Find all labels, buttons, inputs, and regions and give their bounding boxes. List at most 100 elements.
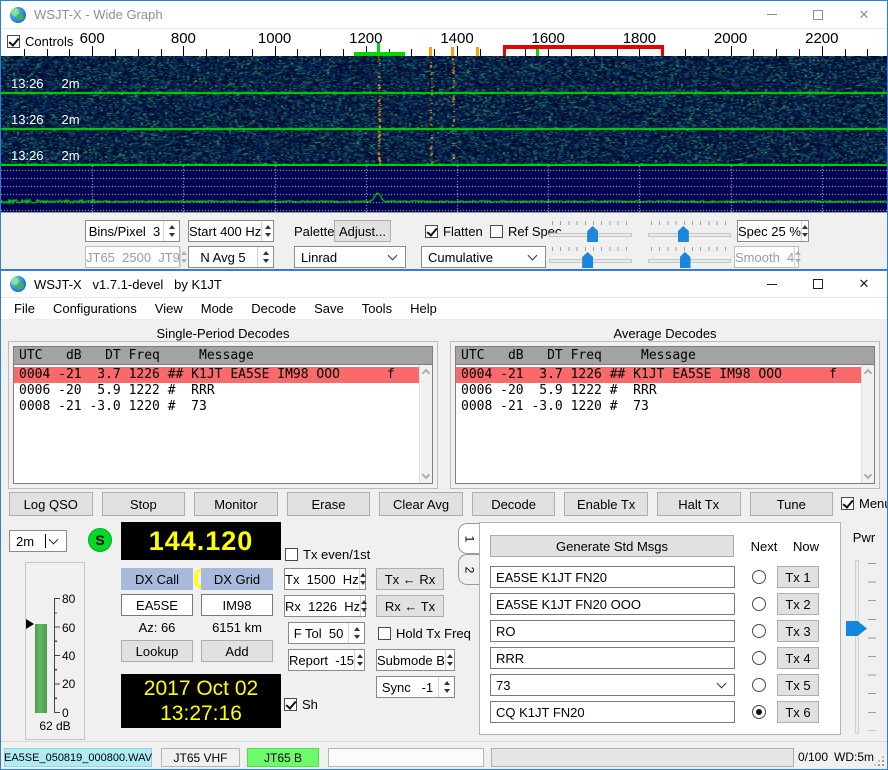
menu-help[interactable]: Help: [401, 298, 446, 319]
spin-arrows[interactable]: [360, 596, 367, 616]
tx2-button[interactable]: Tx 2: [777, 593, 819, 615]
spin-arrows[interactable]: [445, 650, 454, 670]
next-radio-tx1[interactable]: [752, 570, 766, 584]
tx-even-checkbox[interactable]: Tx even/1st: [285, 547, 370, 562]
close-button[interactable]: ✕: [841, 1, 887, 28]
tx4-message-field[interactable]: RRR: [490, 647, 735, 669]
spin-up-icon[interactable]: [447, 654, 453, 658]
adjust-button[interactable]: Adjust...: [334, 220, 391, 242]
sync-spinbox[interactable]: Sync -1: [376, 676, 455, 698]
tx-from-rx-button[interactable]: Tx ← Rx: [376, 568, 444, 590]
start-hz-spinbox[interactable]: Start 400 Hz: [188, 220, 274, 242]
spin-down-icon[interactable]: [360, 581, 366, 585]
waterfall-gain-slider[interactable]: [549, 220, 632, 242]
tx3-button[interactable]: Tx 3: [777, 620, 819, 642]
spec-percent-spinbox[interactable]: Spec 25 %: [737, 220, 809, 242]
spin-up-icon[interactable]: [354, 627, 360, 631]
erase-button[interactable]: Erase: [287, 492, 371, 516]
log-qso-button[interactable]: Log QSO: [9, 492, 93, 516]
enable-tx-button[interactable]: Enable Tx: [564, 492, 648, 516]
spin-up-icon[interactable]: [444, 681, 450, 685]
scroll-up-icon[interactable]: [864, 369, 872, 377]
menu-decode[interactable]: Decode: [242, 298, 305, 319]
slider-handle[interactable]: [678, 226, 689, 242]
tx2-message-field[interactable]: EA5SE K1JT FN20 OOO: [490, 593, 735, 615]
decode-row[interactable]: 0004 -21 3.7 1226 ## K1JT EA5SE IM98 OOO…: [14, 367, 432, 383]
minimize-button[interactable]: [749, 1, 795, 28]
scroll-down-icon[interactable]: [864, 471, 872, 479]
next-radio-tx6[interactable]: [752, 705, 766, 719]
tx6-message-field[interactable]: CQ K1JT FN20: [490, 701, 735, 723]
flatten-checkbox[interactable]: Flatten: [425, 224, 483, 239]
slider-groove[interactable]: [648, 233, 731, 237]
decode-button[interactable]: Decode: [472, 492, 556, 516]
spin-arrows[interactable]: [354, 650, 364, 670]
spin-arrows[interactable]: [348, 623, 364, 643]
spin-arrows[interactable]: [163, 221, 179, 241]
dx-call-field[interactable]: EA5SE: [121, 594, 193, 616]
spin-down-icon[interactable]: [444, 689, 450, 693]
main-titlebar[interactable]: WSJT-X v1.7.1-devel by K1JT ✕: [1, 271, 887, 298]
tab-1[interactable]: 1: [458, 523, 479, 554]
generate-std-msgs-button[interactable]: Generate Std Msgs: [490, 535, 734, 557]
tx5-message-combobox[interactable]: 73: [490, 674, 735, 696]
tx-freq-spinbox[interactable]: Tx 1500 Hz: [284, 568, 366, 590]
maximize-button[interactable]: [795, 1, 841, 28]
tx6-button[interactable]: Tx 6: [777, 701, 819, 723]
tx5-button[interactable]: Tx 5: [777, 674, 819, 696]
decode-row[interactable]: 0008 -21 -3.0 1220 # 73: [14, 399, 432, 415]
minimize-button[interactable]: [749, 271, 795, 297]
maximize-button[interactable]: [795, 271, 841, 297]
next-radio-tx4[interactable]: [752, 651, 766, 665]
spin-arrows[interactable]: [359, 569, 366, 589]
slider-handle[interactable]: [582, 252, 593, 268]
pwr-slider-handle[interactable]: [846, 621, 867, 636]
halt-tx-button[interactable]: Halt Tx: [657, 492, 741, 516]
spin-up-icon[interactable]: [802, 225, 808, 229]
rx-from-tx-button[interactable]: Rx ← Tx: [376, 595, 444, 617]
menu-mode[interactable]: Mode: [192, 298, 243, 319]
pwr-slider-track[interactable]: [855, 560, 859, 734]
dx-grid-field[interactable]: IM98: [201, 594, 273, 616]
menu-view[interactable]: View: [146, 298, 192, 319]
menu-save[interactable]: Save: [305, 298, 353, 319]
band-combobox[interactable]: 2m: [9, 530, 67, 552]
next-radio-tx5[interactable]: [752, 678, 766, 692]
slider-handle[interactable]: [587, 226, 598, 242]
frequency-ruler[interactable]: 6008001000120014001600180020002200: [1, 29, 887, 56]
close-button[interactable]: ✕: [841, 271, 887, 297]
spin-down-icon[interactable]: [263, 259, 269, 263]
menu-file[interactable]: File: [5, 298, 44, 319]
slider-handle[interactable]: [680, 252, 691, 268]
decode-row[interactable]: 0008 -21 -3.0 1220 # 73: [456, 399, 874, 415]
spin-up-icon[interactable]: [265, 225, 271, 229]
scrollbar[interactable]: [861, 365, 874, 483]
tune-button[interactable]: Tune: [750, 492, 834, 516]
average-decode-list[interactable]: 0004 -21 3.7 1226 ## K1JT EA5SE IM98 OOO…: [455, 364, 875, 484]
spectrum-zero-slider[interactable]: [648, 246, 731, 268]
spin-down-icon[interactable]: [354, 635, 360, 639]
scrollbar[interactable]: [419, 365, 432, 483]
spin-arrows[interactable]: [257, 247, 273, 267]
decode-row[interactable]: 0006 -20 5.9 1222 # RRR: [14, 383, 432, 399]
stop-button[interactable]: Stop: [102, 492, 186, 516]
n-avg-spinbox[interactable]: N Avg 5: [188, 246, 274, 268]
wide-graph-titlebar[interactable]: WSJT-X - Wide Graph ✕: [1, 1, 887, 29]
spin-arrows[interactable]: [438, 677, 454, 697]
spin-arrows[interactable]: [261, 221, 273, 241]
waterfall[interactable]: 13:26 2m 13:26 2m 13:26 2m: [1, 56, 887, 166]
rx-freq-spinbox[interactable]: Rx 1226 Hz: [284, 595, 366, 617]
spectrum-plot[interactable]: [1, 166, 887, 212]
menu-tools[interactable]: Tools: [353, 298, 401, 319]
menu-configurations[interactable]: Configurations: [44, 298, 146, 319]
frequency-scale[interactable]: Controls 6008001000120014001600180020002…: [1, 29, 887, 56]
spin-down-icon[interactable]: [361, 608, 367, 612]
monitor-button[interactable]: Monitor: [194, 492, 278, 516]
spin-down-icon[interactable]: [447, 662, 453, 666]
spin-up-icon[interactable]: [169, 225, 175, 229]
submode-spinbox[interactable]: Submode B: [376, 649, 455, 671]
spin-down-icon[interactable]: [265, 233, 271, 237]
spin-down-icon[interactable]: [802, 233, 808, 237]
waterfall-canvas[interactable]: [1, 56, 887, 166]
spin-down-icon[interactable]: [357, 662, 363, 666]
